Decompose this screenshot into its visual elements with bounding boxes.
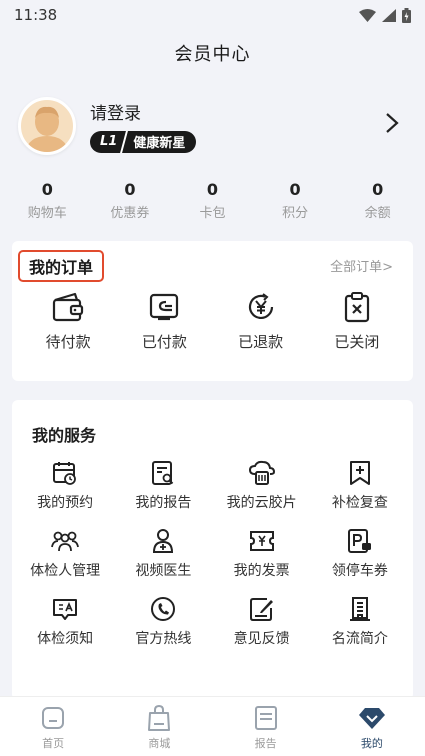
orders-title: 我的订单 [29, 258, 94, 277]
service-cloud-film[interactable]: 我的云胶片 [213, 458, 311, 520]
avatar[interactable] [18, 97, 76, 155]
status-bar: 11:38 [0, 0, 425, 30]
video-doctor-icon [153, 529, 174, 553]
diamond-icon [358, 707, 385, 729]
order-pending-payment[interactable]: 待付款 [28, 289, 108, 352]
phone-hotline-icon [151, 597, 176, 621]
signal-icon [382, 8, 396, 22]
account-stats: 0 购物车 0 优惠券 0 卡包 0 积分 0 余额 [0, 180, 425, 236]
tab-home[interactable]: 首页 [18, 703, 88, 751]
tab-report[interactable]: 报告 [231, 703, 301, 751]
profile-section[interactable]: 请登录 L1 健康新星 [0, 76, 425, 176]
service-company-intro[interactable]: 名流简介 [311, 594, 409, 656]
wallet-icon [53, 292, 84, 322]
calendar-clock-icon [53, 462, 77, 485]
services-card: 我的服务 我的预约 我的报告 我的云胶片 补检复查 体检人管理 视频医生 我的发… [12, 400, 413, 700]
bottom-tab-bar: 首页 商城 报告 我的 [0, 696, 425, 756]
notice-message-icon [53, 599, 78, 620]
services-title: 我的服务 [32, 426, 97, 445]
status-icons [359, 7, 411, 23]
wifi-icon [359, 8, 376, 22]
tab-mall[interactable]: 商城 [124, 703, 194, 751]
page-title: 会员中心 [174, 44, 251, 65]
service-examinee-management[interactable]: 体检人管理 [16, 526, 114, 588]
home-icon [42, 706, 65, 729]
service-official-hotline[interactable]: 官方热线 [114, 594, 212, 656]
status-time: 11:38 [14, 6, 58, 24]
avatar-person-icon [25, 106, 69, 152]
orders-title-highlight: 我的订单 [18, 250, 105, 282]
shopping-bag-icon [148, 704, 171, 731]
people-group-icon [51, 531, 80, 552]
stat-cart[interactable]: 0 购物车 [12, 180, 82, 236]
report-search-icon [152, 461, 174, 485]
service-reports[interactable]: 我的报告 [114, 458, 212, 520]
orders-card: 我的订单 全部订单> 待付款 已付款 已退款 已关闭 [12, 241, 413, 381]
order-refunded[interactable]: 已退款 [221, 289, 301, 352]
parking-ticket-icon [347, 529, 371, 553]
feedback-edit-icon [249, 598, 273, 621]
service-feedback[interactable]: 意见反馈 [213, 594, 311, 656]
stat-balance[interactable]: 0 余额 [343, 180, 413, 236]
building-icon [349, 597, 370, 621]
all-orders-link[interactable]: 全部订单> [330, 256, 393, 275]
bookmark-plus-icon [349, 461, 370, 485]
closed-clipboard-icon [344, 292, 369, 323]
service-video-doctor[interactable]: 视频医生 [114, 526, 212, 588]
invoice-icon [249, 531, 274, 551]
service-appointments[interactable]: 我的预约 [16, 458, 114, 520]
stat-card-pack[interactable]: 0 卡包 [177, 180, 247, 236]
level-name: 健康新星 [133, 136, 186, 152]
stat-coupons[interactable]: 0 优惠券 [95, 180, 165, 236]
cloud-film-icon [248, 460, 275, 485]
login-prompt[interactable]: 请登录 [90, 99, 196, 124]
order-closed[interactable]: 已关闭 [317, 289, 397, 352]
stat-points[interactable]: 0 积分 [260, 180, 330, 236]
service-exam-notice[interactable]: 体检须知 [16, 594, 114, 656]
tab-mine[interactable]: 我的 [337, 703, 407, 751]
service-invoices[interactable]: 我的发票 [213, 526, 311, 588]
order-paid[interactable]: 已付款 [124, 289, 204, 352]
chevron-right-icon[interactable] [385, 112, 399, 134]
member-level-badge: L1 健康新星 [90, 130, 197, 153]
paid-card-icon [150, 293, 179, 321]
service-recheck[interactable]: 补检复查 [311, 458, 409, 520]
report-icon [254, 705, 277, 730]
refund-yen-icon [248, 293, 273, 319]
level-code: L1 [100, 134, 118, 150]
battery-icon [402, 7, 411, 23]
service-parking-ticket[interactable]: 领停车券 [311, 526, 409, 588]
